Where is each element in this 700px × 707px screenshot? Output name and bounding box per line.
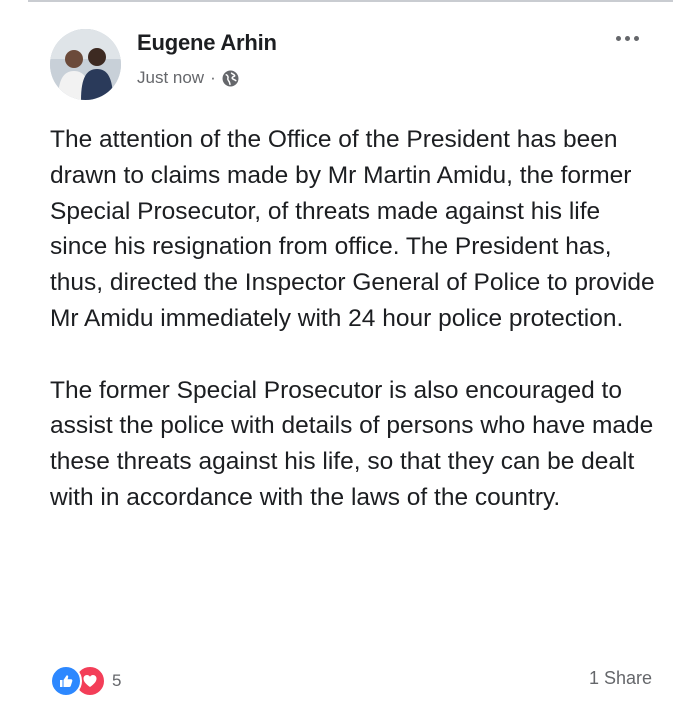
- facebook-post: Eugene Arhin Just now · The attention of…: [0, 0, 700, 707]
- reaction-count: 5: [112, 671, 122, 690]
- meta-separator: ·: [210, 68, 216, 87]
- post-paragraph-1: The attention of the Office of the Presi…: [50, 126, 655, 332]
- author-name[interactable]: Eugene Arhin: [137, 30, 277, 56]
- post-paragraph-2: The former Special Prosecutor is also en…: [50, 376, 654, 511]
- globe-icon[interactable]: [222, 70, 239, 87]
- like-icon: [50, 665, 82, 697]
- avatar[interactable]: [50, 29, 121, 100]
- more-dots-icon[interactable]: [610, 28, 644, 48]
- avatar-photo: [50, 29, 121, 100]
- post-meta: Just now ·: [137, 68, 239, 88]
- post-body: The attention of the Office of the Presi…: [50, 122, 660, 516]
- share-count[interactable]: 1 Share: [589, 668, 652, 689]
- timestamp[interactable]: Just now: [137, 68, 204, 88]
- reactions-summary[interactable]: 5: [50, 665, 121, 697]
